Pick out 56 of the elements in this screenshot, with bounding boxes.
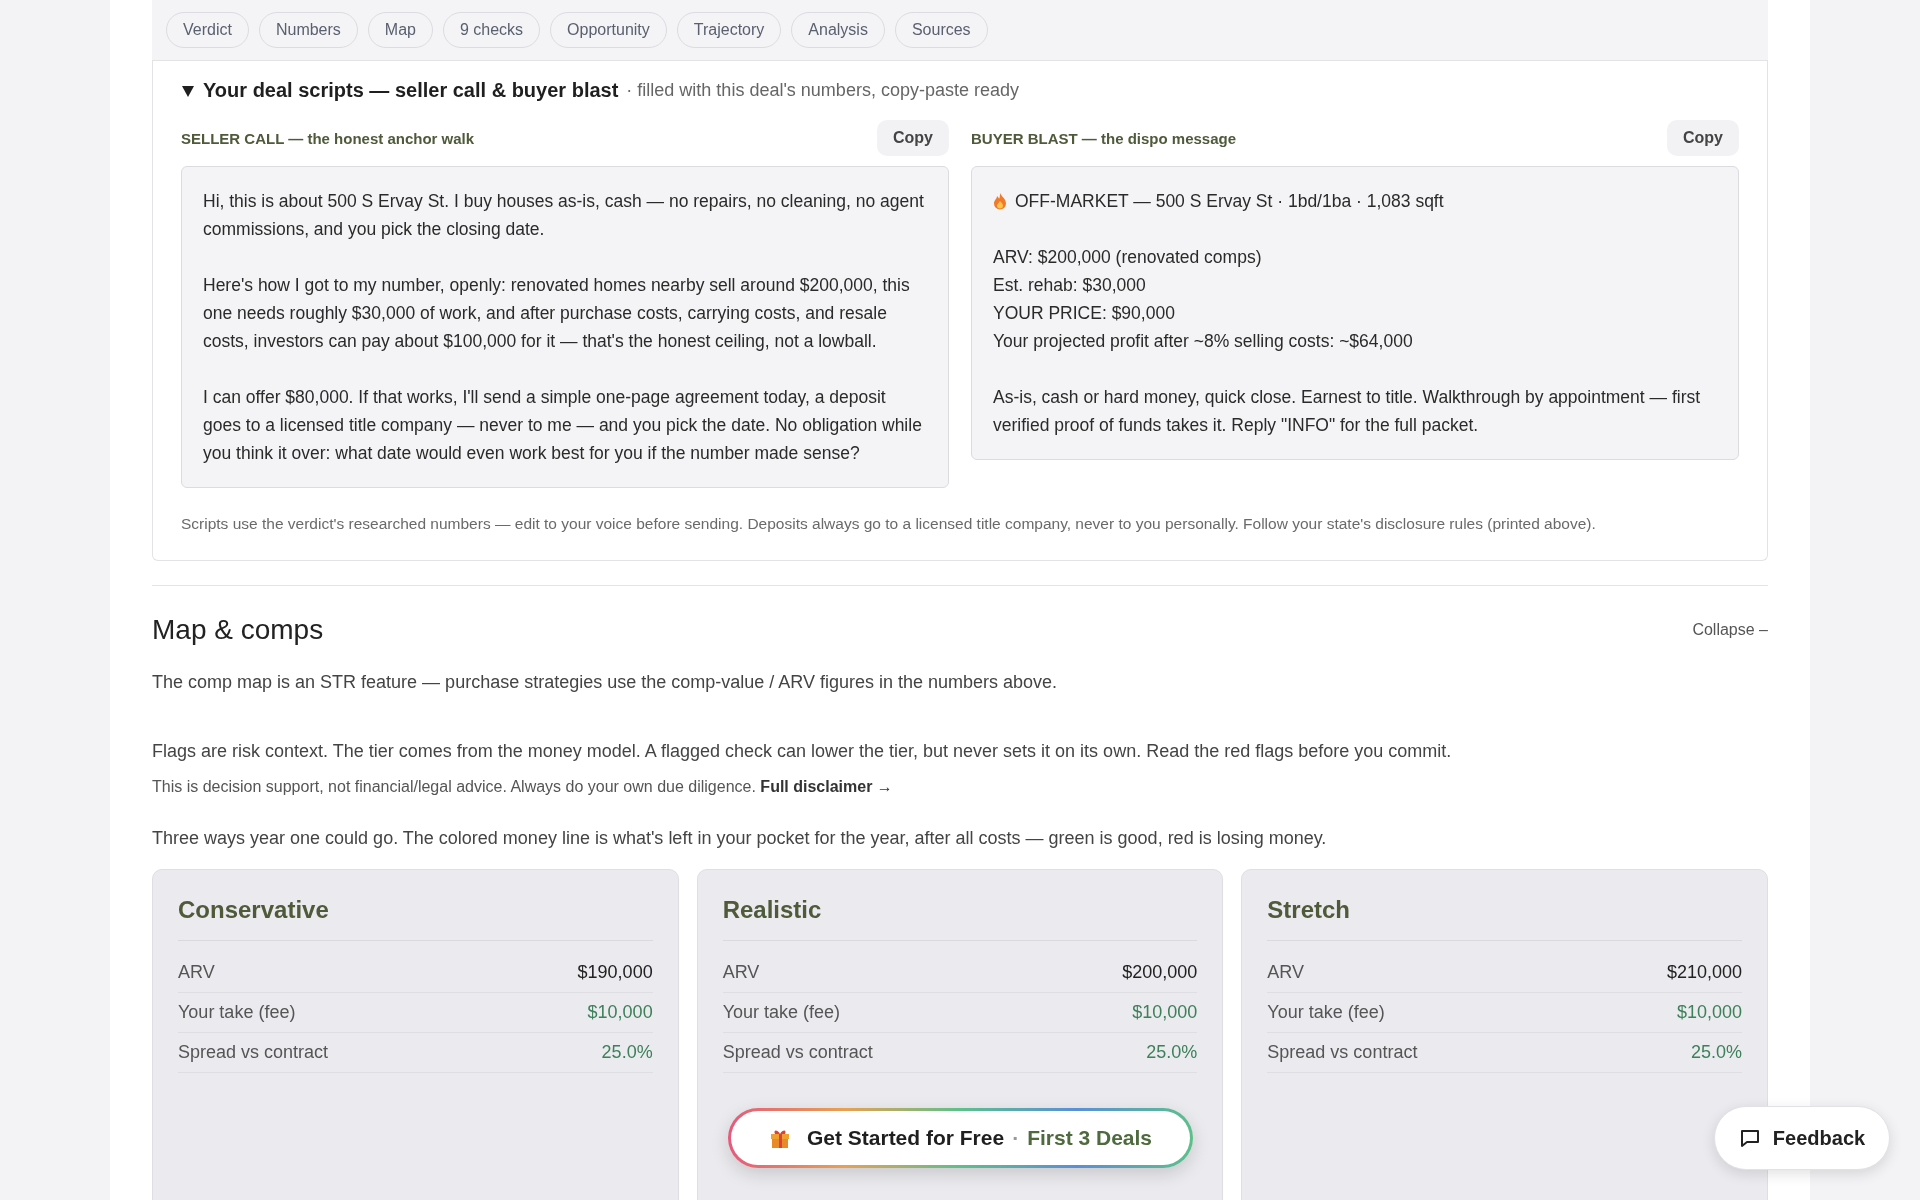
disclaimer-link[interactable]: Full disclaimer → — [760, 778, 893, 795]
section-tab[interactable]: Analysis — [791, 12, 885, 48]
script-text: Here's how I got to my number, openly: renovated homes nearby sell around $200,000, this one needs roughly $30,000 of work, and after purchase costs, carrying costs, and resale costs, investors can pay about $100,000 for it — that's the honest ceiling, not a lowball. — [203, 274, 911, 353]
section-tab[interactable]: Opportunity — [550, 12, 667, 48]
copy-button[interactable]: Copy — [877, 120, 949, 156]
scenario-title: Realistic — [722, 896, 1198, 941]
section-tab[interactable]: 9 checks — [442, 12, 541, 48]
script-text: Est. rehab: $30,000 — [993, 274, 1147, 297]
disclaimer-text: This is decision support, not financial/legal advice. Always do your own due diligence. Full disclaimer → — [152, 778, 894, 796]
feedback-button[interactable]: Feedback — [1714, 1106, 1890, 1170]
script-text: I can offer $80,000. If that works, I'll send a simple one-page agreement today, a deposit goes to a licensed title company — never to me — and you pick the date. No obligation while you think it over: what date would even work best for you if the number made sense? — [203, 386, 923, 465]
copy-button[interactable]: Copy — [1667, 120, 1739, 156]
map-note: The comp map is an STR feature — purchase strategies use the comp-value / ARV figures in the numbers above. — [152, 672, 1059, 693]
metric-label: Your take (fee) — [722, 1002, 841, 1023]
flags-text: Flags are risk context. The tier comes from the money model. A flagged check can lower the tier, but never sets it on its own. Read the red flags before you commit. — [152, 741, 1453, 762]
metric-value: $200,000 — [1122, 962, 1198, 983]
scripts-footnote: Scripts use the verdict's researched numbers — edit to your voice before sending. Deposits always go to a licensed title company, never to you personally. Follow your state's disclosure rules (printed above). — [181, 514, 1597, 534]
metric-value: 25.0% — [1146, 1042, 1198, 1063]
section-tab[interactable]: Map — [367, 12, 433, 48]
metric-label: Your take (fee) — [178, 1002, 296, 1023]
section-tab[interactable]: Verdict — [166, 12, 249, 48]
disclosure-triangle-icon[interactable] — [181, 83, 195, 98]
script-label: BUYER BLAST — the dispo message — [971, 129, 1237, 147]
section-tab[interactable]: Numbers — [258, 12, 358, 48]
flame-icon — [993, 192, 1007, 210]
metric-label: ARV — [178, 962, 215, 983]
section-tab[interactable]: Trajectory — [676, 12, 782, 48]
scripts-title: Your deal scripts — seller call & buyer blast — [203, 79, 619, 102]
metric-value: $10,000 — [1676, 1002, 1742, 1023]
scenarios-intro: Three ways year one could go. The colored money line is what's left in your pocket for the year, after all costs — green is good, red is losing money. — [152, 828, 1328, 849]
metric-label: ARV — [722, 962, 760, 983]
metric-label: Spread vs contract — [722, 1042, 873, 1063]
section-heading: Map & comps — [152, 614, 324, 646]
script-headline: OFF-MARKET — 500 S Ervay St · 1bd/1ba · 1,083 sqft — [1015, 190, 1444, 213]
script-text: As-is, cash or hard money, quick close. Earnest to title. Walkthrough by appointment — first verified proof of funds takes it. Reply "INFO" for the full packet. — [993, 386, 1702, 437]
metric-label: Your take (fee) — [1267, 1002, 1385, 1023]
script-text: YOUR PRICE: $90,000 — [993, 302, 1176, 325]
script-label: SELLER CALL — the honest anchor walk — [181, 129, 475, 147]
script-text: Hi, this is about 500 S Ervay St. I buy houses as-is, cash — no repairs, no cleaning, no agent commissions, and you pick the closing date. — [203, 190, 925, 241]
metric-value: 25.0% — [1690, 1042, 1742, 1063]
scenario-title: Stretch — [1267, 896, 1742, 941]
chat-bubble-icon — [1738, 1127, 1761, 1149]
metric-label: Spread vs contract — [1267, 1042, 1418, 1063]
metric-label: Spread vs contract — [178, 1042, 329, 1063]
metric-value: $10,000 — [587, 1002, 653, 1023]
metric-value: $190,000 — [577, 962, 653, 983]
scripts-subtitle: · filled with this deal's numbers, copy-paste ready — [626, 80, 1019, 101]
collapse-link[interactable]: Collapse – — [1692, 621, 1768, 639]
scenario-title: Conservative — [178, 896, 653, 941]
section-tab[interactable]: Sources — [894, 12, 988, 48]
script-text: ARV: $200,000 (renovated comps) — [993, 246, 1263, 269]
metric-value: 25.0% — [601, 1042, 653, 1063]
metric-value: $210,000 — [1666, 962, 1742, 983]
script-text: Your projected profit after ~8% selling costs: ~$64,000 — [993, 330, 1414, 353]
metric-value: $10,000 — [1132, 1002, 1198, 1023]
metric-label: ARV — [1267, 962, 1304, 983]
